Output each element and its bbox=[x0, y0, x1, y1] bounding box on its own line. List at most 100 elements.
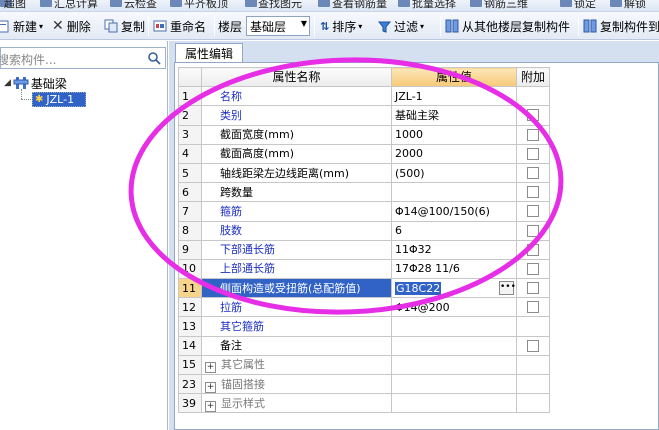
property-value-cell[interactable] bbox=[391, 393, 517, 414]
property-value-cell[interactable] bbox=[391, 373, 517, 395]
ribbon-item-7[interactable]: 钢筋三维 bbox=[484, 0, 528, 11]
tree-expand-icon[interactable]: ◢ bbox=[4, 78, 11, 88]
property-name-cell[interactable]: 拉筋 bbox=[201, 297, 392, 318]
delete-button[interactable]: ✕ 删除 bbox=[52, 17, 91, 35]
property-name-cell[interactable]: + 锚固搭接 bbox=[201, 373, 392, 395]
table-row[interactable]: 4 截面高度(mm) 2000 bbox=[178, 143, 550, 164]
floor-select[interactable]: 基础层 ▼ bbox=[246, 16, 310, 36]
extra-checkbox[interactable] bbox=[527, 243, 539, 256]
extra-checkbox[interactable] bbox=[527, 167, 539, 180]
property-name-cell[interactable]: 侧面构造或受扭筋(总配筋值) bbox=[201, 278, 392, 299]
toolbar-separator bbox=[578, 16, 579, 36]
expand-plus-icon[interactable]: + bbox=[205, 400, 216, 412]
property-value-cell[interactable]: 11Φ32 bbox=[391, 239, 517, 260]
extra-checkbox[interactable] bbox=[527, 282, 539, 295]
sort-button[interactable]: ⇅ 排序 ▾ bbox=[320, 17, 362, 35]
ribbon-item-0[interactable]: 超图 bbox=[4, 0, 26, 11]
ribbon-item-3[interactable]: 平齐板顶 bbox=[184, 0, 228, 11]
table-row[interactable]: 39 + 显示样式 bbox=[178, 393, 550, 414]
extra-checkbox[interactable] bbox=[527, 205, 539, 218]
property-name-cell[interactable]: 截面宽度(mm) bbox=[201, 124, 392, 145]
copy-from-floor-button[interactable]: 从其他楼层复制构件 bbox=[445, 17, 570, 35]
property-value-cell[interactable]: G18C22 ••• bbox=[391, 278, 517, 299]
extra-checkbox[interactable] bbox=[527, 147, 539, 160]
property-name-cell[interactable]: 备注 bbox=[201, 335, 392, 356]
search-input[interactable]: 搜索构件... bbox=[0, 51, 56, 68]
property-value-cell[interactable]: 6 bbox=[391, 220, 517, 241]
property-value-cell[interactable] bbox=[391, 316, 517, 337]
new-button[interactable]: 新建 ▾ bbox=[0, 17, 43, 35]
table-row[interactable]: 5 轴线距梁左边线距离(mm) (500) bbox=[178, 162, 550, 184]
property-value-cell[interactable] bbox=[391, 335, 517, 356]
property-value-cell[interactable]: (500) bbox=[391, 162, 517, 184]
table-row[interactable]: 12 拉筋 Φ14@200 bbox=[178, 297, 550, 318]
extra-checkbox[interactable] bbox=[527, 128, 539, 141]
property-name-cell[interactable]: 名称 bbox=[201, 86, 392, 107]
table-row[interactable]: 9 下部通长筋 11Φ32 bbox=[178, 239, 550, 260]
table-row[interactable]: 7 箍筋 Φ14@100/150(6) bbox=[178, 201, 550, 222]
property-name-cell[interactable]: 截面高度(mm) bbox=[201, 143, 392, 164]
property-value-cell[interactable]: JZL-1 bbox=[391, 86, 517, 107]
property-name-cell[interactable]: + 显示样式 bbox=[201, 393, 392, 414]
property-name-cell[interactable]: 箍筋 bbox=[201, 201, 392, 222]
property-name-cell[interactable]: 肢数 bbox=[201, 220, 392, 241]
ribbon-item-8[interactable]: 锁定 bbox=[574, 0, 596, 11]
ellipsis-button[interactable]: ••• bbox=[499, 281, 516, 296]
property-value-cell[interactable] bbox=[391, 354, 517, 376]
property-value-cell[interactable]: Φ14@200 bbox=[391, 297, 517, 318]
property-name-cell[interactable]: + 其它属性 bbox=[201, 354, 392, 376]
property-value-cell[interactable]: 1000 bbox=[391, 124, 517, 145]
expand-plus-icon[interactable]: + bbox=[205, 381, 216, 393]
property-value-cell[interactable]: Φ14@100/150(6) bbox=[391, 201, 517, 222]
extra-checkbox[interactable] bbox=[527, 301, 539, 314]
search-icon[interactable] bbox=[147, 51, 161, 65]
property-value-cell[interactable] bbox=[391, 182, 517, 203]
table-row[interactable]: 2 类别 基础主梁 bbox=[178, 105, 550, 126]
tree-node-foundation-beam[interactable]: ◢ 基础梁 bbox=[4, 74, 67, 92]
table-row[interactable]: 3 截面宽度(mm) 1000 bbox=[178, 124, 550, 145]
property-name-cell[interactable]: 跨数量 bbox=[201, 182, 392, 203]
table-row[interactable]: 1 名称 JZL-1 bbox=[178, 86, 550, 107]
tree-node-jzl-1[interactable]: ✱ JZL-1 bbox=[32, 92, 86, 107]
copy-button[interactable]: 复制 bbox=[104, 17, 145, 35]
property-name-label: 截面宽度(mm) bbox=[220, 128, 295, 142]
ribbon-item-4[interactable]: 查找图元 bbox=[258, 0, 302, 11]
property-value: JZL-1 bbox=[395, 89, 423, 103]
property-value-cell[interactable]: 17Φ28 11/6 bbox=[391, 258, 517, 280]
table-row[interactable]: 13 其它箍筋 bbox=[178, 316, 550, 337]
table-row[interactable]: 6 跨数量 bbox=[178, 182, 550, 203]
search-box[interactable]: 搜索构件... bbox=[0, 47, 166, 69]
property-name-cell[interactable]: 上部通长筋 bbox=[201, 258, 392, 280]
table-row[interactable]: 8 肢数 6 bbox=[178, 220, 550, 241]
rename-button[interactable]: 重命名 bbox=[153, 17, 206, 35]
property-name-cell[interactable]: 下部通长筋 bbox=[201, 239, 392, 260]
extra-checkbox[interactable] bbox=[527, 109, 539, 122]
extra-cell bbox=[516, 105, 550, 126]
property-value-cell[interactable]: 基础主梁 bbox=[391, 105, 517, 126]
component-gear-icon: ✱ bbox=[35, 94, 44, 105]
extra-cell bbox=[516, 258, 550, 280]
property-value-cell[interactable]: 2000 bbox=[391, 143, 517, 164]
table-row[interactable]: 10 上部通长筋 17Φ28 11/6 bbox=[178, 258, 550, 280]
ribbon-item-6[interactable]: 批量选择 bbox=[412, 0, 456, 11]
table-row[interactable]: 15 + 其它属性 bbox=[178, 354, 550, 376]
property-name-cell[interactable]: 轴线距梁左边线距离(mm) bbox=[201, 162, 392, 184]
tab-property-edit[interactable]: 属性编辑 bbox=[175, 43, 243, 62]
extra-checkbox[interactable] bbox=[527, 224, 539, 237]
ribbon-item-5[interactable]: 查看钢筋量 bbox=[332, 0, 387, 11]
filter-button[interactable]: 过滤 ▾ bbox=[378, 17, 424, 35]
property-name-cell[interactable]: 其它箍筋 bbox=[201, 316, 392, 337]
expand-plus-icon[interactable]: + bbox=[205, 362, 216, 374]
property-name-cell[interactable]: 类别 bbox=[201, 105, 392, 126]
ribbon-item-9[interactable]: 解锁 bbox=[624, 0, 646, 11]
extra-checkbox[interactable] bbox=[527, 186, 539, 199]
table-row[interactable]: 23 + 锚固搭接 bbox=[178, 373, 550, 395]
copy-to-button[interactable]: 复制构件到 bbox=[583, 17, 659, 35]
ribbon-item-1[interactable]: 汇总计算 bbox=[54, 0, 98, 11]
table-row[interactable]: 14 备注 bbox=[178, 335, 550, 356]
ribbon-item-2[interactable]: 云检查 bbox=[124, 0, 157, 11]
table-row[interactable]: 11 侧面构造或受扭筋(总配筋值) G18C22 ••• bbox=[178, 278, 550, 299]
delete-x-icon: ✕ bbox=[52, 18, 64, 34]
extra-checkbox[interactable] bbox=[527, 339, 539, 352]
extra-checkbox[interactable] bbox=[527, 262, 539, 275]
